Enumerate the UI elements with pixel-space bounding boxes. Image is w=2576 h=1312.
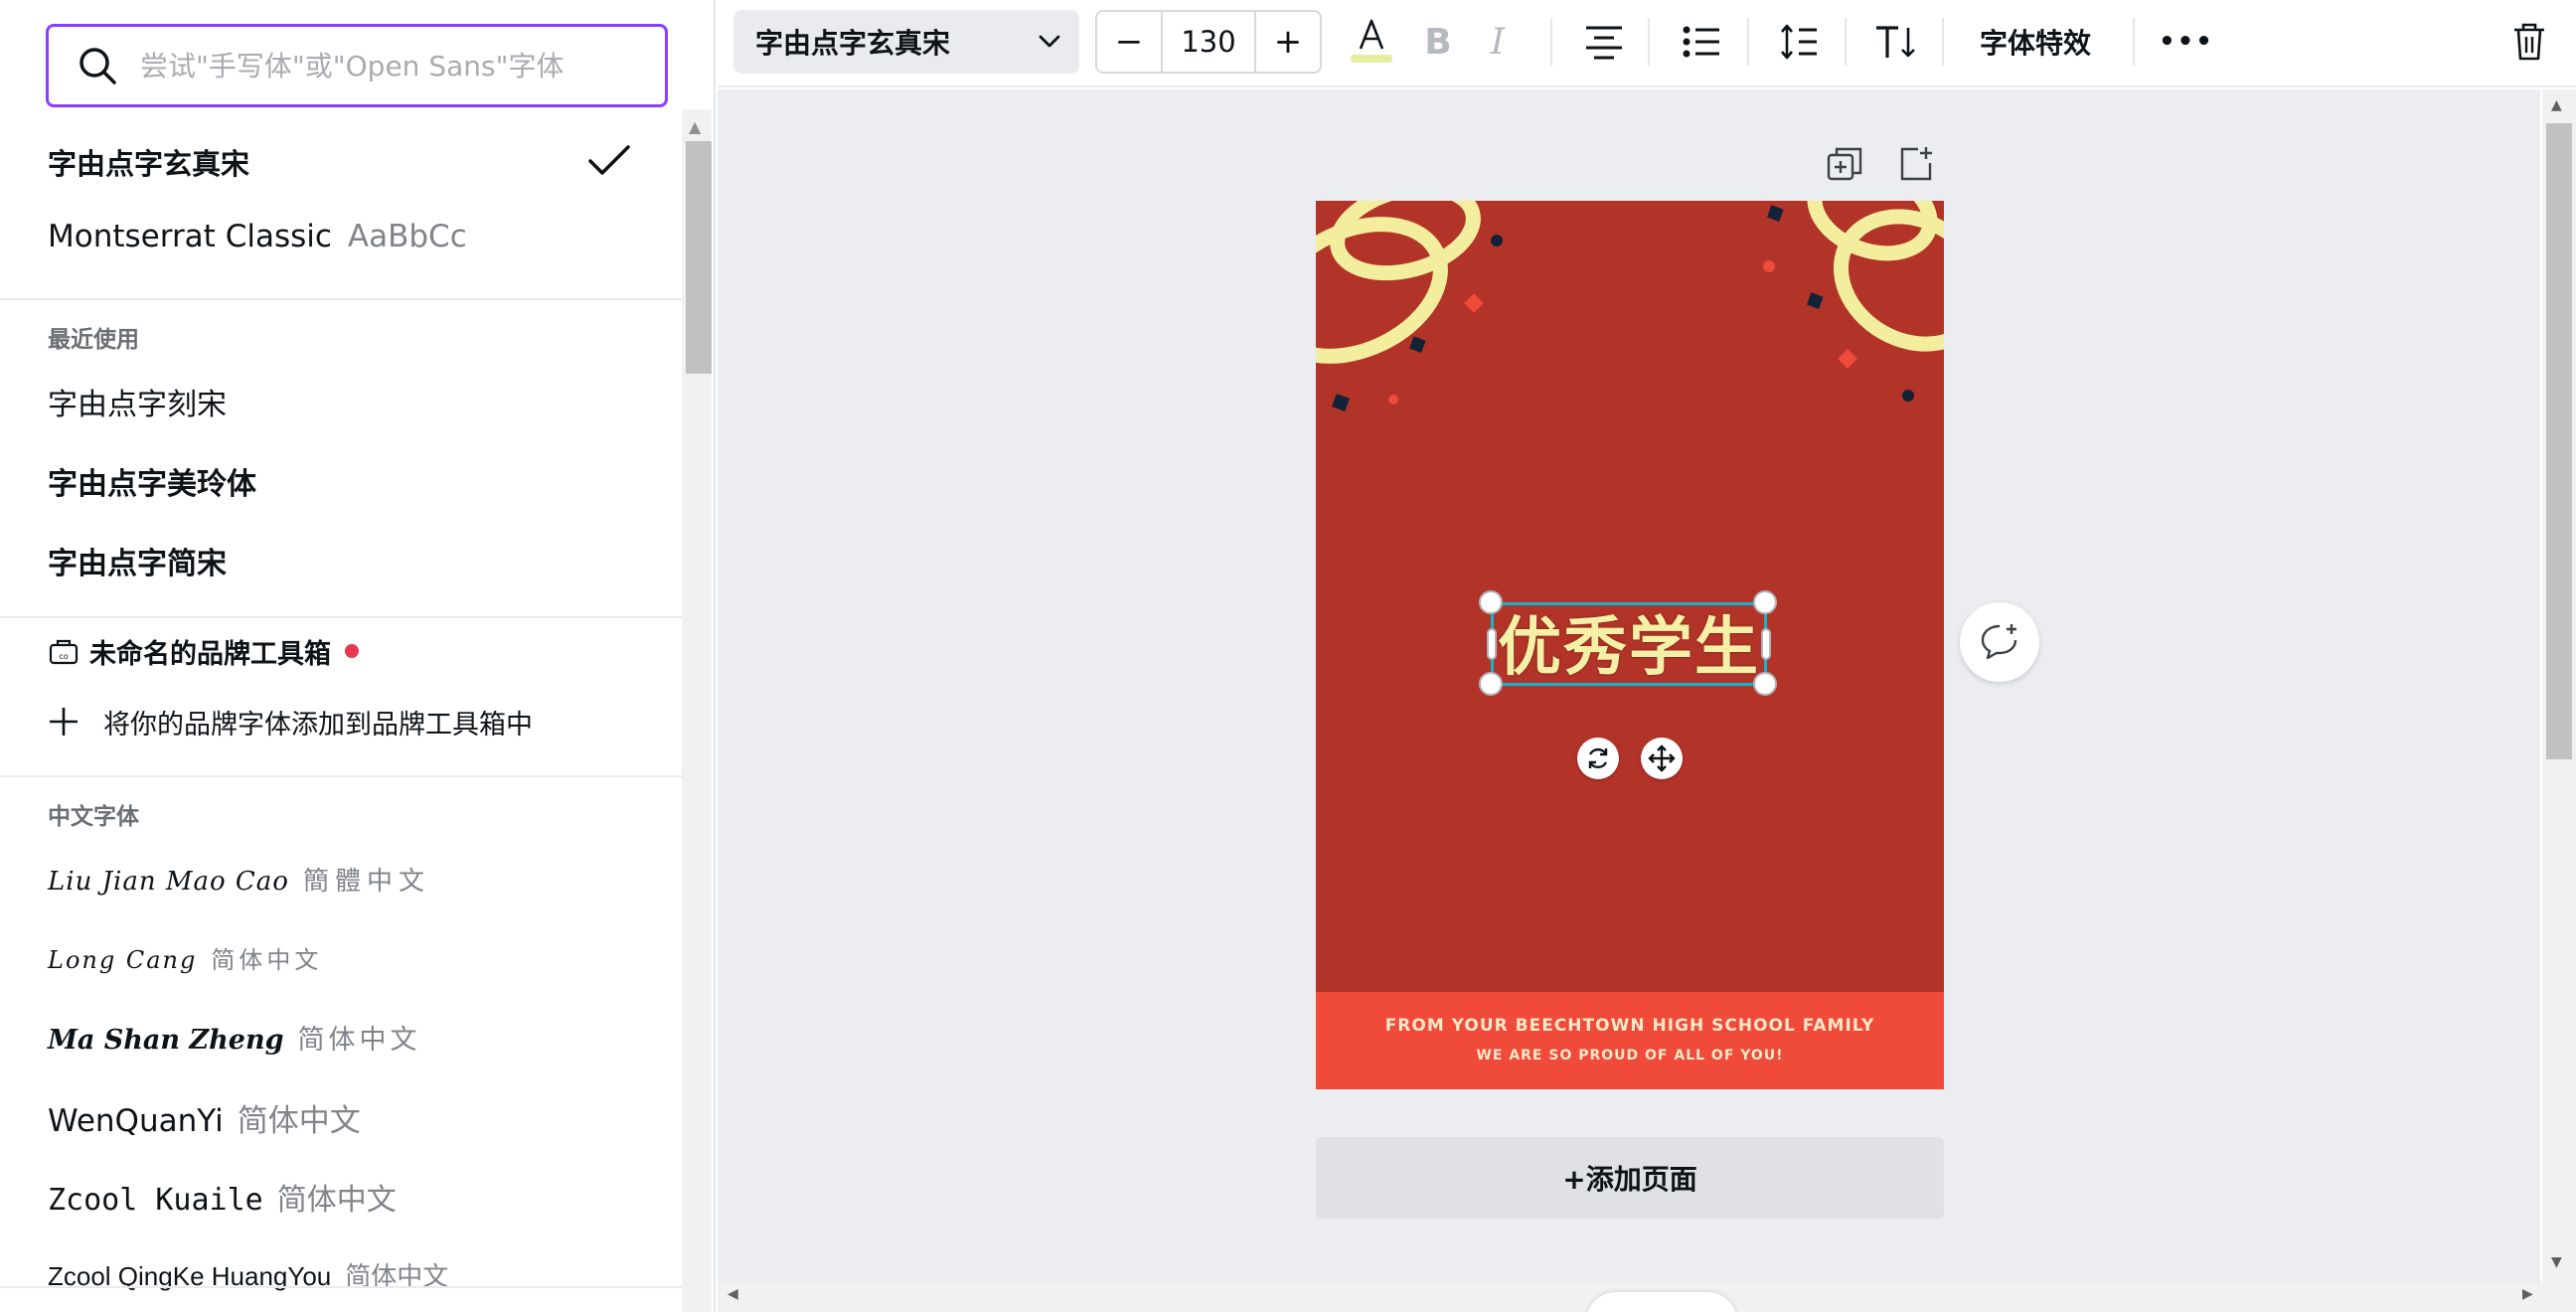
- font-item-sample: 简体中文: [237, 1103, 361, 1139]
- increase-size-button[interactable]: +: [1256, 12, 1320, 72]
- font-item-selected[interactable]: 字由点字玄真宋: [48, 141, 249, 183]
- section-label-recent: 最近使用: [48, 327, 139, 353]
- scroll-left-arrow-icon[interactable]: ◀: [727, 1286, 738, 1302]
- font-search-box[interactable]: [46, 24, 668, 107]
- text-effects-button[interactable]: 字体特效: [1980, 12, 2091, 72]
- selection-box: [1491, 602, 1767, 686]
- font-item-recent[interactable]: 字由点字刻宋: [48, 380, 227, 423]
- font-item-sample: 简体中文: [211, 946, 323, 974]
- svg-text:co: co: [59, 652, 68, 661]
- divider: [1747, 18, 1749, 66]
- search-icon: [80, 48, 116, 84]
- resize-handle-right[interactable]: [1761, 628, 1771, 660]
- comment-plus-icon: [1981, 624, 2017, 660]
- font-family-value: 字由点字玄真宋: [755, 27, 951, 60]
- font-size-input[interactable]: 130: [1161, 12, 1256, 72]
- divider: [1942, 18, 1944, 66]
- decrease-size-button[interactable]: −: [1097, 12, 1161, 72]
- font-item-label: Liu Jian Mao Cao: [48, 867, 289, 897]
- divider: [0, 298, 682, 300]
- trash-icon[interactable]: [2504, 12, 2554, 72]
- list-icon[interactable]: [1672, 12, 1731, 72]
- line-spacing-icon[interactable]: [1769, 12, 1829, 72]
- text-effects-label: 字体特效: [1980, 27, 2092, 60]
- duplicate-page-icon[interactable]: [1823, 143, 1866, 187]
- font-item-label: WenQuanYi: [48, 1103, 224, 1139]
- scroll-up-arrow-icon[interactable]: ▲: [689, 117, 701, 136]
- resize-handle-bottom-right[interactable]: [1753, 672, 1777, 696]
- section-label-chinese: 中文字体: [48, 804, 139, 830]
- font-item-recent[interactable]: 字由点字简宋: [48, 539, 227, 582]
- font-item-label: 字由点字玄真宋: [48, 147, 250, 181]
- page-footer-banner: FROM YOUR BEECHTOWN HIGH SCHOOL FAMILY W…: [1316, 992, 1944, 1089]
- footer-line-2[interactable]: WE ARE SO PROUD OF ALL OF YOU!: [1316, 1048, 1944, 1064]
- more-options-icon[interactable]: •••: [2157, 12, 2216, 72]
- divider: [0, 1286, 682, 1288]
- divider: [1845, 18, 1847, 66]
- notification-dot: [345, 644, 359, 658]
- font-item-label: 字由点字简宋: [48, 547, 227, 581]
- divider: [2133, 18, 2135, 66]
- font-item-sample: 简体中文: [276, 1183, 397, 1218]
- footer-line-1[interactable]: FROM YOUR BEECHTOWN HIGH SCHOOL FAMILY: [1316, 1016, 1944, 1036]
- font-panel: 字由点字玄真宋 Montserrat Classic AaBbCc 最近使用 字…: [0, 0, 716, 1312]
- resize-handle-left[interactable]: [1487, 628, 1497, 660]
- font-item-sample: 简体中文: [297, 1025, 421, 1056]
- divider: [1550, 18, 1552, 66]
- font-item-liu-jian-mao-cao[interactable]: Liu Jian Mao Cao 簡體中文: [48, 861, 430, 898]
- font-item-recent[interactable]: 字由点字美玲体: [48, 459, 256, 503]
- rotate-icon[interactable]: [1577, 738, 1619, 779]
- resize-handle-bottom-left[interactable]: [1479, 672, 1503, 696]
- divider: [0, 616, 682, 618]
- scroll-right-arrow-icon[interactable]: ▶: [2522, 1286, 2533, 1302]
- font-item-label: Long Cang: [48, 946, 198, 974]
- divider: [1648, 18, 1650, 66]
- brand-kit-label: 未命名的品牌工具箱: [89, 638, 331, 670]
- text-size-icon[interactable]: [1866, 12, 1926, 72]
- canvas-vertical-scrollbar-thumb[interactable]: [2546, 123, 2572, 759]
- chevron-down-icon: [1039, 35, 1060, 48]
- italic-icon[interactable]: I: [1473, 12, 1523, 72]
- font-item-ma-shan-zheng[interactable]: Ma Shan Zheng 简体中文: [48, 1018, 420, 1057]
- brand-kit-icon: co: [49, 639, 79, 665]
- text-color-icon: [1351, 19, 1392, 63]
- notes-drawer-tab[interactable]: [1586, 1292, 1737, 1312]
- font-item-wenquanyi[interactable]: WenQuanYi 简体中文: [48, 1095, 361, 1140]
- font-item-label: Zcool Kuaile: [48, 1183, 263, 1218]
- font-search-input[interactable]: [140, 49, 657, 82]
- divider: [0, 775, 682, 777]
- font-item-label: 字由点字美玲体: [48, 467, 256, 502]
- font-item-label: Montserrat Classic: [48, 219, 332, 254]
- font-family-dropdown[interactable]: 字由点字玄真宋: [733, 10, 1079, 74]
- font-item-label: Ma Shan Zheng: [48, 1025, 284, 1056]
- move-icon[interactable]: [1641, 738, 1683, 779]
- add-page-button[interactable]: +添加页面: [1316, 1137, 1944, 1219]
- add-page-icon[interactable]: [1894, 143, 1938, 187]
- scroll-down-arrow-icon[interactable]: ▼: [2551, 1254, 2562, 1270]
- font-item-sample: 簡體中文: [302, 867, 430, 897]
- bold-icon[interactable]: B: [1413, 12, 1463, 72]
- add-comment-button[interactable]: [1960, 602, 2039, 682]
- font-list-scrollbar-thumb[interactable]: [686, 141, 712, 374]
- plus-icon: [50, 708, 78, 736]
- align-center-icon[interactable]: [1574, 12, 1634, 72]
- brand-kit-header[interactable]: co 未命名的品牌工具箱: [48, 630, 359, 672]
- resize-handle-top-right[interactable]: [1753, 590, 1777, 614]
- font-item-zcool-kuaile[interactable]: Zcool Kuaile 简体中文: [48, 1175, 397, 1219]
- font-item-sample: AaBbCc: [347, 219, 467, 254]
- resize-handle-top-left[interactable]: [1479, 590, 1503, 614]
- add-brand-font-label: 将你的品牌字体添加到品牌工具箱中: [103, 709, 533, 740]
- font-item-label: 字由点字刻宋: [48, 388, 227, 422]
- font-item-montserrat[interactable]: Montserrat Classic AaBbCc: [48, 219, 467, 254]
- checkmark-icon: [588, 145, 630, 175]
- scroll-up-arrow-icon[interactable]: ▲: [2551, 97, 2562, 113]
- add-brand-font-button[interactable]: 将你的品牌字体添加到品牌工具箱中: [48, 700, 533, 743]
- text-toolbar: 字由点字玄真宋 − 130 + B I 字体特效 •••: [718, 0, 2576, 87]
- text-color-button[interactable]: [1344, 12, 1399, 72]
- font-item-long-cang[interactable]: Long Cang 简体中文: [48, 940, 322, 975]
- font-size-stepper: − 130 +: [1095, 10, 1322, 74]
